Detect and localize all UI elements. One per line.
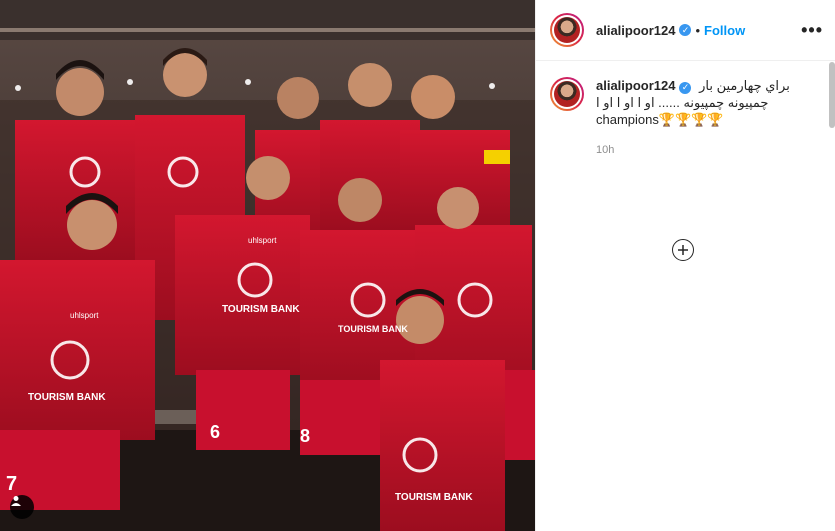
post-time[interactable]: 10h	[596, 142, 811, 159]
avatar[interactable]	[550, 13, 584, 47]
scrollbar[interactable]	[829, 62, 835, 128]
load-more-comments-button[interactable]	[672, 239, 694, 261]
verified-badge-icon: ✓	[679, 81, 692, 94]
add-circle-icon	[678, 245, 688, 255]
verified-badge-icon: ✓	[679, 24, 692, 36]
caption-comment: alialipoor124 ✓ براي چهارمين بار چمپیونه …	[550, 77, 821, 159]
separator-dot: •	[695, 22, 701, 38]
user-tag-icon	[11, 496, 21, 506]
caption-username[interactable]: alialipoor124	[596, 78, 675, 93]
post-side-panel: alialipoor124 ✓ • Follow ••• alialipoor1…	[535, 0, 835, 531]
caption-body: alialipoor124 ✓ براي چهارمين بار چمپیونه …	[596, 77, 811, 159]
comments-section: alialipoor124 ✓ براي چهارمين بار چمپیونه …	[536, 61, 835, 531]
team-photo-illustration	[0, 0, 535, 531]
more-options-icon[interactable]: •••	[801, 21, 823, 39]
header-username[interactable]: alialipoor124	[596, 23, 675, 38]
post-photo[interactable]: TOURISM BANK TOURISM BANK TOURISM BANK T…	[0, 0, 535, 531]
caption-line-2: چمپیونه چمپیونه ...... او ا او ا او ا	[596, 95, 769, 110]
instagram-post-view: TOURISM BANK TOURISM BANK TOURISM BANK T…	[0, 0, 835, 531]
caption-line-1: براي چهارمين بار	[699, 78, 790, 93]
post-header: alialipoor124 ✓ • Follow •••	[536, 0, 835, 61]
user-tag-button[interactable]	[10, 495, 34, 519]
caption-line-3: champions🏆🏆🏆🏆	[596, 112, 724, 127]
caption-avatar[interactable]	[550, 77, 584, 111]
follow-button[interactable]: Follow	[704, 23, 745, 38]
